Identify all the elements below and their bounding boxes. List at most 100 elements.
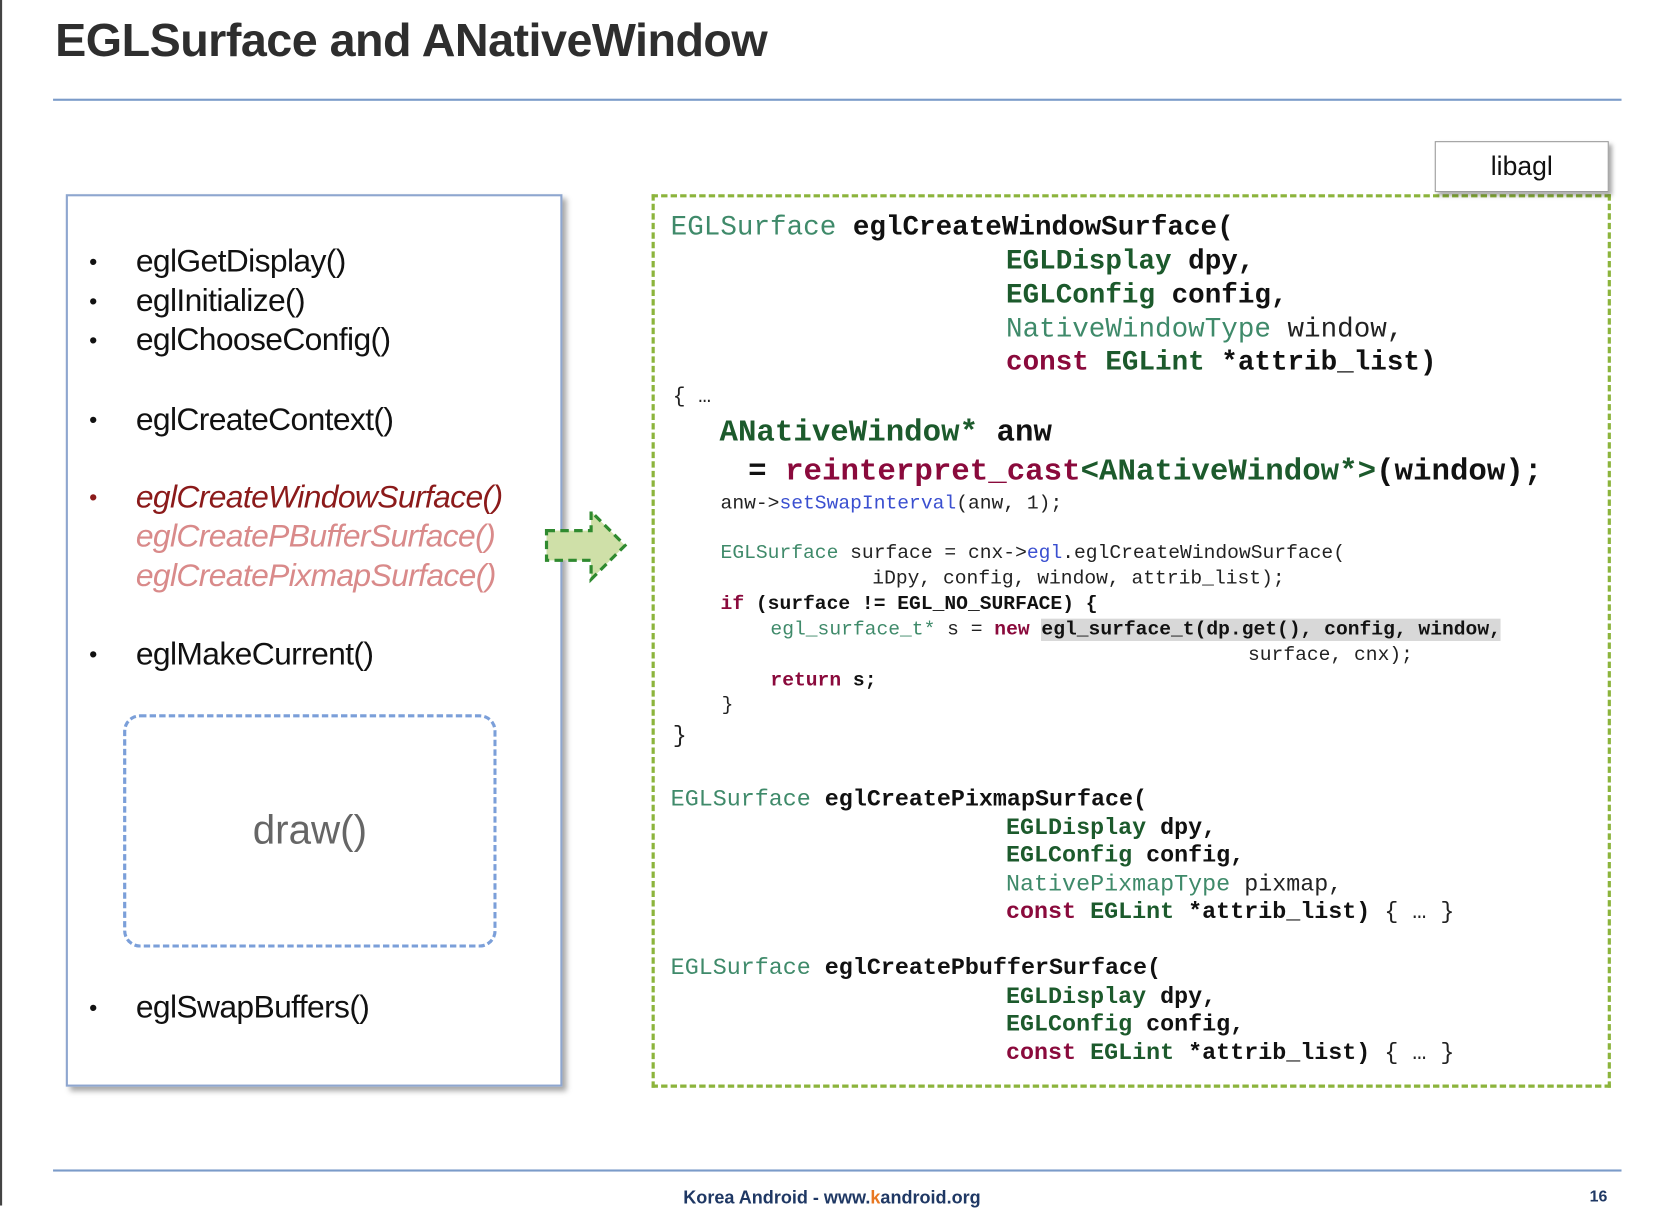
code-line: EGLConfig config, <box>1006 1011 1244 1038</box>
code-line: EGLConfig config, <box>1006 842 1244 869</box>
code-token: EGLint <box>1105 346 1222 379</box>
bullet: • <box>89 406 97 433</box>
code-token: EGLSurface <box>670 954 825 982</box>
code-token: } <box>672 722 687 749</box>
code-line: surface, cnx); <box>1248 644 1413 666</box>
code-token: EGLSurface <box>670 211 853 244</box>
code-line: { … <box>673 385 711 409</box>
code-line: NativeWindowType window, <box>1006 313 1403 345</box>
code-token: eglCreatePixmapSurface( <box>824 786 1148 813</box>
code-token: egl_surface_t* <box>770 618 948 641</box>
code-line: if (surface != EGL_NO_SURFACE) { <box>721 593 1098 615</box>
code-token: anw-> <box>720 492 780 515</box>
code-line: const EGLint *attrib_list) { … } <box>1006 899 1454 926</box>
code-token: *attrib_list) <box>1188 1039 1385 1067</box>
api-name: eglCreateContext() <box>135 402 394 438</box>
code-token: new <box>994 618 1042 641</box>
bullet: • <box>89 287 97 315</box>
page-number: 16 <box>1589 1187 1608 1206</box>
code-token: config, <box>1146 842 1245 869</box>
code-token: { … } <box>1384 1039 1455 1067</box>
api-name: eglSwapBuffers() <box>135 990 370 1026</box>
bullet: • <box>89 248 97 275</box>
code-token: (anw, 1); <box>956 492 1063 515</box>
bullet: • <box>89 994 97 1021</box>
code-token: surface = cnx-> <box>850 542 1027 565</box>
footer-suffix: android.org <box>880 1187 981 1208</box>
code-token: dpy, <box>1188 245 1255 278</box>
code-token: = <box>748 453 786 489</box>
bullet: • <box>89 483 97 511</box>
code-line: } <box>722 694 734 716</box>
libagl-label: libagl <box>1434 141 1609 193</box>
code-token: { … <box>672 385 712 410</box>
slide-title: EGLSurface and ANativeWindow <box>55 14 768 67</box>
api-name: eglGetDisplay() <box>135 244 346 280</box>
code-token: EGLDisplay <box>1006 814 1161 842</box>
code-token: dpy, <box>1160 814 1217 842</box>
code-line: iDpy, config, window, attrib_list); <box>872 568 1284 590</box>
code-token: const <box>1006 1039 1091 1067</box>
code-line: EGLDisplay dpy, <box>1006 984 1216 1011</box>
code-line: EGLSurface surface = cnx->egl.eglCreateW… <box>721 542 1345 564</box>
code-token: (window); <box>1376 453 1543 489</box>
code-token: EGLint <box>1090 1039 1189 1067</box>
code-token: surface, cnx); <box>1247 644 1413 667</box>
api-name: eglCreatePixmapSurface() <box>135 558 496 594</box>
code-line: EGLSurface eglCreatePixmapSurface( <box>671 786 1147 813</box>
draw-box: draw() <box>123 714 497 948</box>
top-rule <box>53 98 1622 101</box>
code-line: EGLSurface eglCreatePbufferSurface( <box>671 955 1161 982</box>
footer-prefix: Korea Android - www. <box>683 1187 871 1208</box>
bullet: • <box>89 640 97 668</box>
draw-label: draw() <box>252 808 368 854</box>
egl-call-sequence-box: • eglGetDisplay() • eglInitialize() • eglChoo… <box>65 194 563 1087</box>
code-token: dpy, <box>1160 983 1217 1011</box>
code-token: reinterpret_cast <box>785 453 1081 489</box>
api-name: eglCreatePBufferSurface() <box>135 518 496 554</box>
code-token: setSwapInterval <box>779 492 957 515</box>
code-line: EGLSurface eglCreateWindowSurface( <box>671 212 1234 244</box>
code-line: const EGLint *attrib_list) { … } <box>1006 1040 1454 1067</box>
code-token: EGLDisplay <box>1006 245 1189 278</box>
slide: EGLSurface and ANativeWindow • eglGetDisp… <box>0 0 1664 1208</box>
api-name: eglCreateWindowSurface() <box>135 479 503 515</box>
code-token: s; <box>852 669 877 692</box>
code-token: EGLDisplay <box>1006 983 1161 1011</box>
code-token: EGLConfig <box>1006 1011 1147 1038</box>
code-token: eglCreateWindowSurface( <box>852 211 1234 244</box>
code-token: return <box>770 669 853 692</box>
code-token: s = <box>947 618 995 641</box>
code-token: config, <box>1146 1011 1245 1038</box>
code-token: egl <box>1026 542 1063 565</box>
api-name: eglInitialize() <box>135 283 306 319</box>
code-token: anw <box>996 414 1052 450</box>
right-arrow-icon <box>544 507 628 584</box>
code-line: ANativeWindow* anw <box>719 414 1051 449</box>
left-edge <box>0 0 3 1206</box>
code-token: *attrib_list) <box>1221 346 1437 379</box>
code-line: EGLConfig config, <box>1006 280 1287 312</box>
code-token: .eglCreateWindowSurface( <box>1062 542 1345 565</box>
bullet: • <box>89 326 97 354</box>
code-token: if <box>720 593 756 616</box>
code-token: NativePixmapType <box>1006 871 1245 898</box>
code-token: { … } <box>1384 898 1455 926</box>
code-token: iDpy, config, window, attrib_list); <box>872 567 1285 590</box>
code-token: pixmap, <box>1244 871 1343 898</box>
api-name: eglChooseConfig() <box>135 322 391 358</box>
code-token: config, <box>1171 279 1288 312</box>
code-token: EGLConfig <box>1006 279 1172 312</box>
code-line: EGLDisplay dpy, <box>1006 815 1216 842</box>
code-line: NativePixmapType pixmap, <box>1006 871 1342 898</box>
code-token: (surface != EGL_NO_SURFACE) { <box>755 593 1098 616</box>
code-line: = reinterpret_cast<ANativeWindow*>(windo… <box>748 454 1542 489</box>
code-line: anw->setSwapInterval(anw, 1); <box>721 492 1063 514</box>
code-line: egl_surface_t* s = new egl_surface_t(dp.… <box>770 618 1501 641</box>
code-token: EGLSurface <box>670 786 825 813</box>
code-token: EGLint <box>1090 898 1189 926</box>
footer-accent: k <box>870 1187 881 1208</box>
code-token: const <box>1006 898 1091 926</box>
code-token: EGLSurface <box>720 542 851 565</box>
code-token: egl_surface_t(dp.get(), config, window, <box>1041 618 1501 641</box>
